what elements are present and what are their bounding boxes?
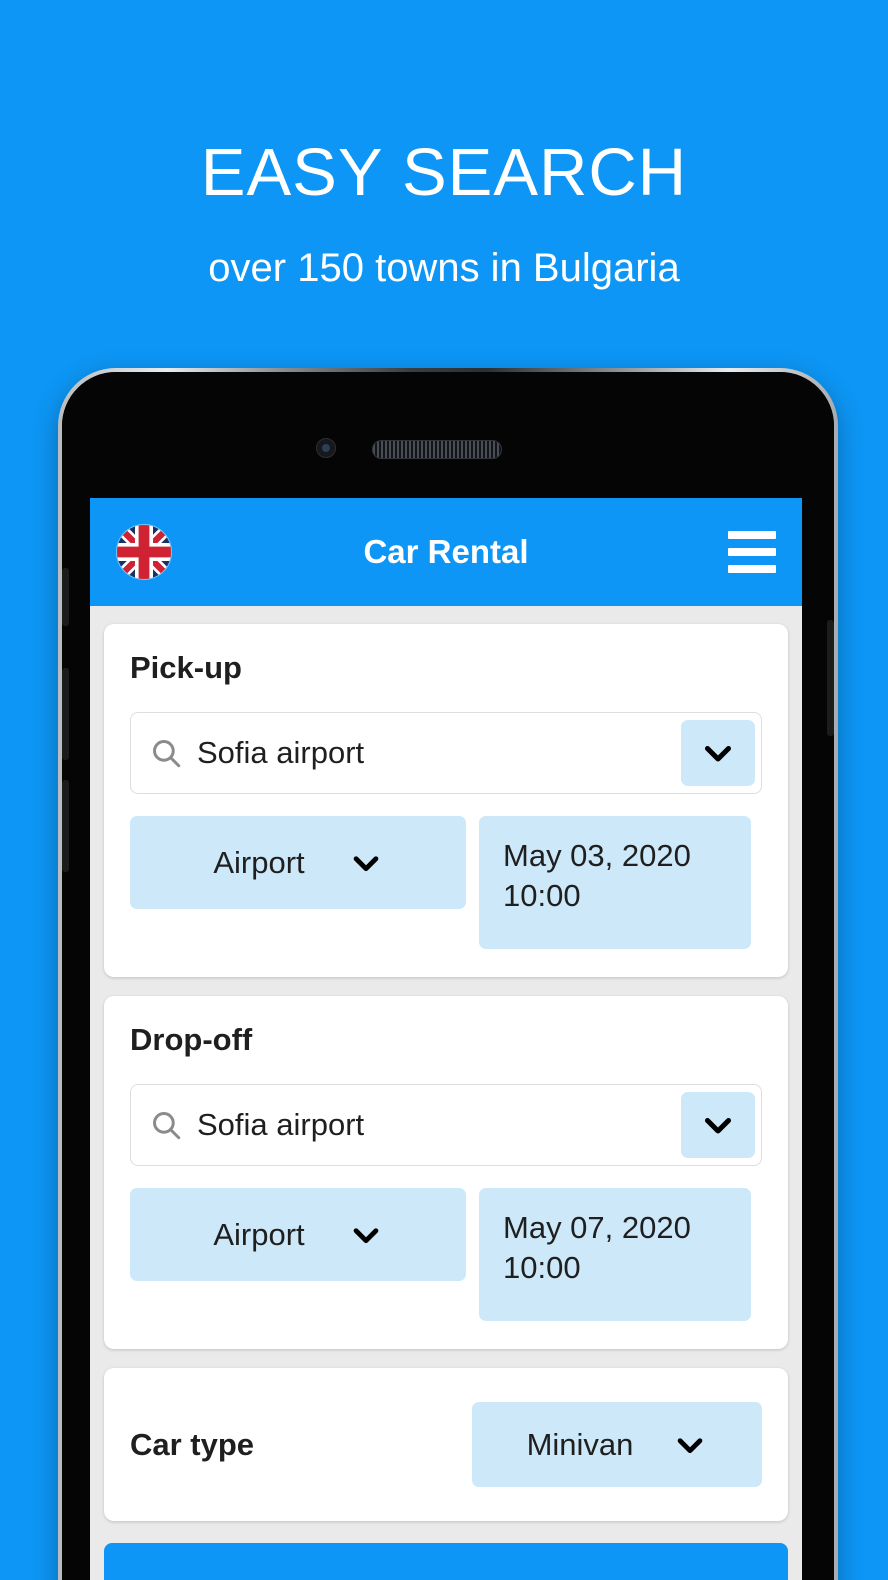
chevron-down-icon bbox=[353, 855, 378, 871]
cartype-card: Car type Minivan bbox=[104, 1368, 788, 1521]
pickup-options-row: Airport May 03, 2020 10:00 bbox=[130, 816, 762, 949]
dropoff-location-value: Sofia airport bbox=[197, 1107, 365, 1142]
cartype-card-title: Car type bbox=[130, 1426, 255, 1462]
pickup-date-value: May 03, 2020 bbox=[503, 838, 691, 873]
pickup-type-value: Airport bbox=[213, 844, 305, 880]
pickup-location-field[interactable]: Sofia airport bbox=[130, 712, 762, 794]
promo-title: EASY SEARCH bbox=[200, 135, 688, 210]
pickup-location-value: Sofia airport bbox=[197, 735, 365, 770]
phone-body: Car Rental Pick-up Sofia airport Airport… bbox=[62, 372, 834, 1580]
chevron-down-icon bbox=[678, 1437, 703, 1453]
dropoff-time-value: 10:00 bbox=[503, 1249, 581, 1285]
dropoff-type-value: Airport bbox=[213, 1216, 305, 1252]
cartype-value: Minivan bbox=[526, 1426, 634, 1462]
promo-subtitle: over 150 towns in Bulgaria bbox=[208, 246, 680, 291]
dropoff-location-field[interactable]: Sofia airport bbox=[130, 1084, 762, 1166]
dropoff-location-dropdown-button[interactable] bbox=[681, 1092, 755, 1158]
promo-header: EASY SEARCH over 150 towns in Bulgaria bbox=[0, 0, 888, 291]
search-icon bbox=[149, 1108, 183, 1142]
dropoff-date-value: May 07, 2020 bbox=[503, 1210, 691, 1245]
hamburger-menu-icon[interactable] bbox=[728, 531, 776, 573]
phone-screen: Car Rental Pick-up Sofia airport Airport… bbox=[90, 498, 802, 1580]
dropoff-datetime-button[interactable]: May 07, 2020 10:00 bbox=[479, 1188, 751, 1321]
dropoff-card-title: Drop-off bbox=[130, 1022, 253, 1057]
uk-flag-icon[interactable] bbox=[116, 524, 172, 580]
pickup-datetime-button[interactable]: May 03, 2020 10:00 bbox=[479, 816, 751, 949]
phone-top-bezel bbox=[62, 372, 834, 498]
phone-volume-up-button bbox=[62, 668, 69, 760]
screen-content: Pick-up Sofia airport Airport May 03, 20… bbox=[90, 606, 802, 1580]
app-bar-title: Car Rental bbox=[363, 533, 529, 570]
app-bar: Car Rental bbox=[90, 498, 802, 606]
search-button[interactable]: SEARCH bbox=[104, 1543, 788, 1580]
phone-side-button-left-1 bbox=[62, 568, 69, 626]
hamburger-bar bbox=[728, 565, 776, 573]
earpiece-speaker-icon bbox=[372, 440, 502, 459]
phone-power-button bbox=[827, 620, 834, 736]
dropoff-type-dropdown[interactable]: Airport bbox=[130, 1188, 466, 1281]
chevron-down-icon bbox=[353, 1227, 378, 1243]
pickup-location-dropdown-button[interactable] bbox=[681, 720, 755, 786]
pickup-type-dropdown[interactable]: Airport bbox=[130, 816, 466, 909]
hamburger-bar bbox=[728, 531, 776, 539]
search-icon bbox=[149, 736, 183, 770]
pickup-card: Pick-up Sofia airport Airport May 03, 20… bbox=[104, 624, 788, 977]
pickup-card-title: Pick-up bbox=[130, 650, 242, 685]
pickup-time-value: 10:00 bbox=[503, 877, 581, 913]
cartype-dropdown[interactable]: Minivan bbox=[472, 1402, 762, 1487]
hamburger-bar bbox=[728, 548, 776, 556]
dropoff-card: Drop-off Sofia airport Airport May 07, 2… bbox=[104, 996, 788, 1349]
front-camera-icon bbox=[316, 438, 336, 458]
phone-device-mockup: Car Rental Pick-up Sofia airport Airport… bbox=[58, 368, 838, 1580]
dropoff-options-row: Airport May 07, 2020 10:00 bbox=[130, 1188, 762, 1321]
phone-volume-down-button bbox=[62, 780, 69, 872]
